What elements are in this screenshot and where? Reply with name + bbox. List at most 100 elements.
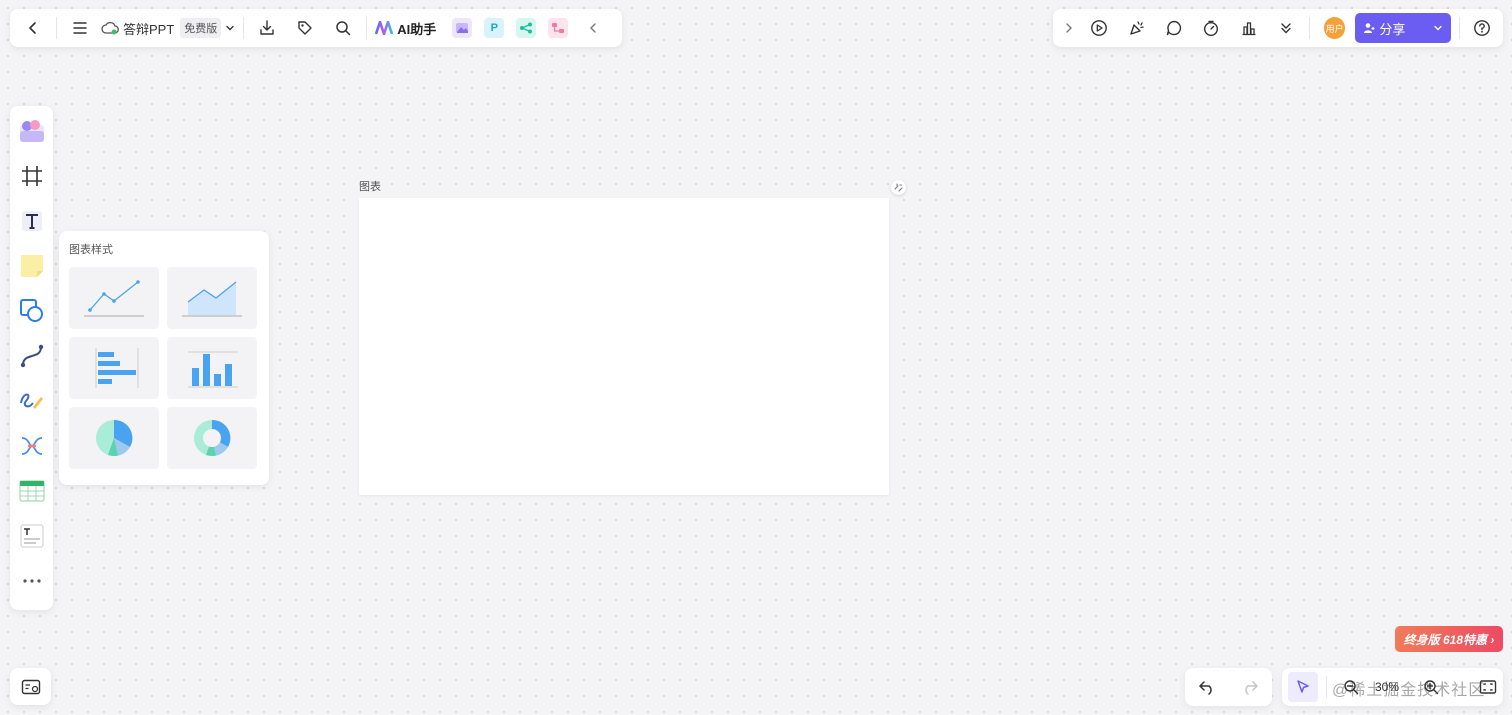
top-left-toolbar: 答辩PPT 免费版 AI助手 P bbox=[10, 9, 622, 47]
chart-style-donut[interactable] bbox=[167, 407, 257, 469]
chart-style-area[interactable] bbox=[167, 267, 257, 329]
image-app-icon[interactable] bbox=[452, 18, 473, 38]
collapse-toolbar-button[interactable] bbox=[578, 13, 608, 43]
help-button[interactable] bbox=[1468, 13, 1497, 43]
text-icon bbox=[21, 210, 43, 232]
chart-style-line[interactable] bbox=[69, 267, 159, 329]
text-box-icon bbox=[19, 523, 45, 549]
ppt-app-icon[interactable]: P bbox=[484, 18, 505, 38]
frame-label[interactable]: 图表 bbox=[359, 178, 381, 194]
donut-chart-icon bbox=[192, 418, 232, 458]
party-popper-icon bbox=[1128, 19, 1146, 37]
chevron-right-icon bbox=[1064, 22, 1074, 34]
chart-style-pie[interactable] bbox=[69, 407, 159, 469]
shape-icon bbox=[19, 298, 45, 324]
pie-chart-icon bbox=[94, 418, 134, 458]
chart-style-horizontal-bar[interactable] bbox=[69, 337, 159, 399]
tag-icon bbox=[296, 19, 314, 37]
top-right-toolbar: 用户 分享 bbox=[1053, 9, 1503, 47]
undo-button[interactable] bbox=[1192, 672, 1222, 702]
table-icon bbox=[18, 480, 45, 502]
promo-banner[interactable]: 终身版 618特惠 › bbox=[1395, 626, 1503, 652]
line-chart-icon bbox=[74, 274, 154, 322]
chevron-down-icon[interactable] bbox=[225, 23, 235, 33]
ai-assistant-button[interactable]: AI助手 bbox=[397, 19, 436, 38]
expand-toolbar-button[interactable] bbox=[1059, 13, 1079, 43]
column-chart-icon bbox=[172, 344, 252, 392]
bottom-left-panel bbox=[10, 668, 51, 705]
redo-button[interactable] bbox=[1235, 672, 1265, 702]
add-user-icon bbox=[1363, 22, 1375, 34]
chart-style-grid bbox=[69, 267, 259, 469]
cloud-saved-icon bbox=[101, 21, 119, 35]
template-icon bbox=[19, 119, 45, 143]
minimap-icon[interactable] bbox=[21, 678, 41, 696]
undo-icon bbox=[1198, 679, 1216, 695]
share-label: 分享 bbox=[1379, 21, 1406, 37]
horizontal-bar-chart-icon bbox=[74, 344, 154, 392]
divider bbox=[243, 17, 245, 39]
double-chevron-down-icon bbox=[1279, 21, 1293, 35]
more-tools-button[interactable] bbox=[1271, 13, 1300, 43]
left-toolbar bbox=[10, 106, 53, 610]
table-tool[interactable] bbox=[15, 474, 49, 508]
chart-frame[interactable] bbox=[359, 198, 889, 495]
text-box-tool[interactable] bbox=[15, 519, 49, 553]
connector-tool[interactable] bbox=[15, 339, 49, 373]
undo-redo-bar bbox=[1185, 668, 1272, 706]
divider bbox=[56, 17, 57, 39]
tag-button[interactable] bbox=[290, 13, 320, 43]
divider bbox=[1308, 17, 1310, 39]
area-chart-icon bbox=[172, 274, 252, 322]
download-icon bbox=[258, 19, 276, 37]
flowchart-app-icon[interactable] bbox=[516, 18, 537, 38]
watermark: @稀土掘金技术社区 bbox=[1332, 682, 1486, 699]
download-button[interactable] bbox=[252, 13, 282, 43]
sparkle-icon bbox=[894, 183, 903, 192]
frame-tool[interactable] bbox=[15, 159, 49, 193]
user-avatar[interactable]: 用户 bbox=[1323, 17, 1346, 39]
cursor-icon bbox=[1295, 679, 1311, 695]
ballot-icon bbox=[1240, 19, 1258, 37]
frame-ai-handle[interactable] bbox=[891, 180, 906, 195]
frame-icon bbox=[21, 165, 43, 187]
mindmap-tool[interactable] bbox=[15, 429, 49, 463]
menu-button[interactable] bbox=[65, 13, 95, 43]
document-title[interactable]: 答辩PPT bbox=[123, 19, 174, 38]
mindmap-icon bbox=[19, 435, 45, 457]
select-tool-button[interactable] bbox=[1288, 672, 1318, 702]
ai-logo-icon[interactable] bbox=[375, 21, 394, 35]
back-button[interactable] bbox=[18, 13, 48, 43]
vote-button[interactable] bbox=[1234, 13, 1263, 43]
template-button[interactable] bbox=[15, 114, 49, 148]
comment-icon bbox=[1165, 19, 1183, 37]
timer-button[interactable] bbox=[1197, 13, 1226, 43]
shape-tool[interactable] bbox=[15, 294, 49, 328]
divider bbox=[1326, 676, 1327, 698]
chart-style-column[interactable] bbox=[167, 337, 257, 399]
pen-tool[interactable] bbox=[15, 384, 49, 418]
pen-icon bbox=[19, 389, 45, 413]
celebrate-button[interactable] bbox=[1122, 13, 1151, 43]
sticky-note-icon bbox=[19, 253, 45, 279]
text-tool[interactable] bbox=[15, 204, 49, 238]
chevron-left-icon bbox=[588, 22, 598, 34]
timer-icon bbox=[1202, 19, 1220, 37]
plan-badge: 免费版 bbox=[180, 18, 222, 38]
help-icon bbox=[1473, 19, 1491, 37]
divider bbox=[1458, 17, 1460, 39]
connector-icon bbox=[20, 344, 44, 368]
search-button[interactable] bbox=[328, 13, 358, 43]
search-icon bbox=[335, 20, 351, 36]
mindmap-app-icon[interactable] bbox=[548, 18, 569, 38]
share-button[interactable]: 分享 bbox=[1355, 13, 1451, 43]
chevron-down-icon[interactable] bbox=[1433, 23, 1443, 33]
play-icon bbox=[1090, 19, 1108, 37]
more-tools-button[interactable] bbox=[15, 564, 49, 598]
chevron-left-icon bbox=[26, 21, 40, 35]
chart-style-popover: 图表样式 bbox=[59, 231, 269, 485]
comment-button[interactable] bbox=[1159, 13, 1188, 43]
sticky-note-tool[interactable] bbox=[15, 249, 49, 283]
popover-title: 图表样式 bbox=[69, 244, 113, 256]
present-button[interactable] bbox=[1085, 13, 1114, 43]
